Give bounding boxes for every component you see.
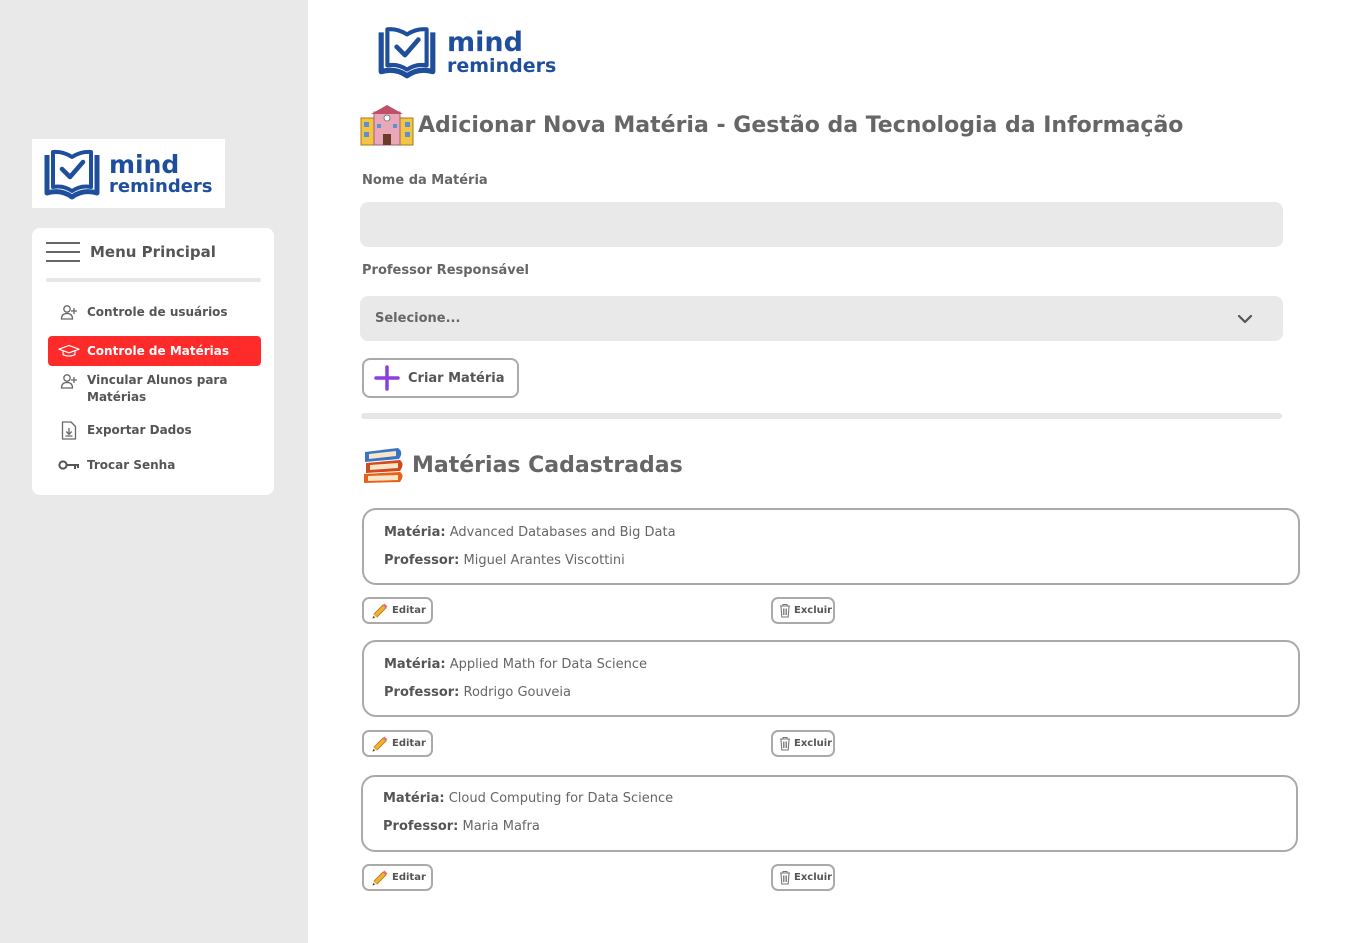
subject-name-line: Matéria: Applied Math for Data Science [384, 657, 647, 672]
sidebar-item-controle-materias[interactable]: Controle de Matérias [48, 336, 261, 366]
subject-card: Matéria: Advanced Databases and Big Data… [362, 508, 1300, 585]
sidebar: mind reminders Menu Principal Controle d… [0, 0, 308, 943]
professor-select-value: Selecione... [375, 311, 461, 326]
subject-card: Matéria: Applied Math for Data Science P… [362, 640, 1300, 717]
brand-line2: reminders [109, 175, 213, 197]
menu-divider [46, 278, 261, 282]
header-logo: mind reminders [375, 24, 556, 80]
page-title: Adicionar Nova Matéria - Gestão da Tecno… [360, 104, 1183, 146]
main-menu: Menu Principal Controle de usuários Cont… [32, 228, 274, 495]
sidebar-item-label: Vincular Alunos para Matérias [87, 373, 228, 404]
subject-name-input[interactable] [360, 202, 1283, 247]
subject-name: Advanced Databases and Big Data [449, 525, 676, 540]
section-title-text: Matérias Cadastradas [412, 452, 683, 478]
brand-wordmark: mind reminders [103, 152, 213, 196]
subject-professor: Maria Mafra [462, 819, 540, 834]
subject-professor-line: Professor: Maria Mafra [383, 819, 540, 834]
trash-icon [779, 870, 791, 885]
edit-button[interactable]: Editar [362, 730, 433, 757]
name-field-label: Nome da Matéria [362, 173, 488, 188]
sidebar-logo: mind reminders [32, 139, 225, 208]
menu-title: Menu Principal [90, 243, 216, 261]
user-plus-icon [58, 303, 80, 321]
sidebar-item-controle-usuarios[interactable]: Controle de usuários [48, 302, 261, 322]
sidebar-item-label: Trocar Senha [87, 457, 176, 472]
delete-button[interactable]: Excluir [771, 597, 835, 624]
brand-line2: reminders [447, 54, 557, 77]
subject-name: Applied Math for Data Science [449, 657, 647, 672]
graduation-cap-icon [58, 342, 80, 360]
delete-button[interactable]: Excluir [771, 730, 835, 757]
menu-header: Menu Principal [46, 242, 216, 262]
edit-button[interactable]: Editar [362, 864, 433, 891]
subject-key: Matéria: [383, 791, 445, 806]
subject-name-line: Matéria: Advanced Databases and Big Data [384, 525, 676, 540]
edit-label: Editar [392, 738, 426, 749]
create-subject-label: Criar Matéria [408, 370, 505, 386]
sidebar-item-label: Controle de Matérias [87, 343, 230, 358]
school-icon [360, 105, 414, 146]
books-icon [364, 448, 403, 483]
file-download-icon [58, 420, 80, 440]
professor-key: Professor: [384, 685, 460, 700]
hamburger-icon[interactable] [46, 242, 80, 262]
brand-line1: mind [447, 26, 523, 58]
subject-key: Matéria: [384, 525, 446, 540]
pencil-icon [371, 735, 389, 753]
key-icon [58, 456, 80, 474]
trash-icon [779, 603, 791, 618]
professor-key: Professor: [383, 819, 459, 834]
pencil-icon [371, 602, 389, 620]
subject-professor: Miguel Arantes Viscottini [463, 553, 625, 568]
subject-professor-line: Professor: Miguel Arantes Viscottini [384, 553, 625, 568]
delete-label: Excluir [794, 605, 833, 616]
sidebar-item-label: Controle de usuários [87, 304, 228, 319]
brand-wordmark: mind reminders [439, 29, 556, 76]
professor-field-label: Professor Responsável [362, 263, 530, 278]
subject-card: Matéria: Cloud Computing for Data Scienc… [361, 775, 1298, 852]
professor-select[interactable]: Selecione... [360, 296, 1283, 341]
chevron-down-icon [1237, 314, 1253, 323]
edit-button[interactable]: Editar [362, 597, 433, 624]
delete-label: Excluir [794, 872, 833, 883]
plus-icon [374, 365, 400, 391]
delete-button[interactable]: Excluir [771, 864, 835, 891]
subject-professor: Rodrigo Gouveia [463, 685, 572, 700]
subject-name: Cloud Computing for Data Science [448, 791, 674, 806]
book-check-logo-icon [44, 149, 100, 199]
sidebar-item-trocar-senha[interactable]: Trocar Senha [48, 455, 261, 475]
subject-professor-line: Professor: Rodrigo Gouveia [384, 685, 571, 700]
professor-key: Professor: [384, 553, 460, 568]
subject-key: Matéria: [384, 657, 446, 672]
sidebar-item-exportar-dados[interactable]: Exportar Dados [48, 420, 261, 440]
page-title-text: Adicionar Nova Matéria - Gestão da Tecno… [418, 112, 1184, 138]
section-divider [361, 413, 1282, 419]
edit-label: Editar [392, 605, 426, 616]
brand-line1: mind [109, 149, 180, 179]
book-check-logo-icon [378, 27, 436, 79]
create-subject-button[interactable]: Criar Matéria [362, 358, 519, 398]
pencil-icon [371, 869, 389, 887]
subject-name-line: Matéria: Cloud Computing for Data Scienc… [383, 791, 673, 806]
sidebar-item-label: Exportar Dados [87, 422, 192, 437]
section-title: Matérias Cadastradas [362, 446, 683, 484]
edit-label: Editar [392, 872, 426, 883]
delete-label: Excluir [794, 738, 833, 749]
trash-icon [779, 736, 791, 751]
user-plus-icon [58, 372, 80, 390]
sidebar-item-vincular-alunos[interactable]: Vincular Alunos para Matérias [48, 372, 261, 406]
